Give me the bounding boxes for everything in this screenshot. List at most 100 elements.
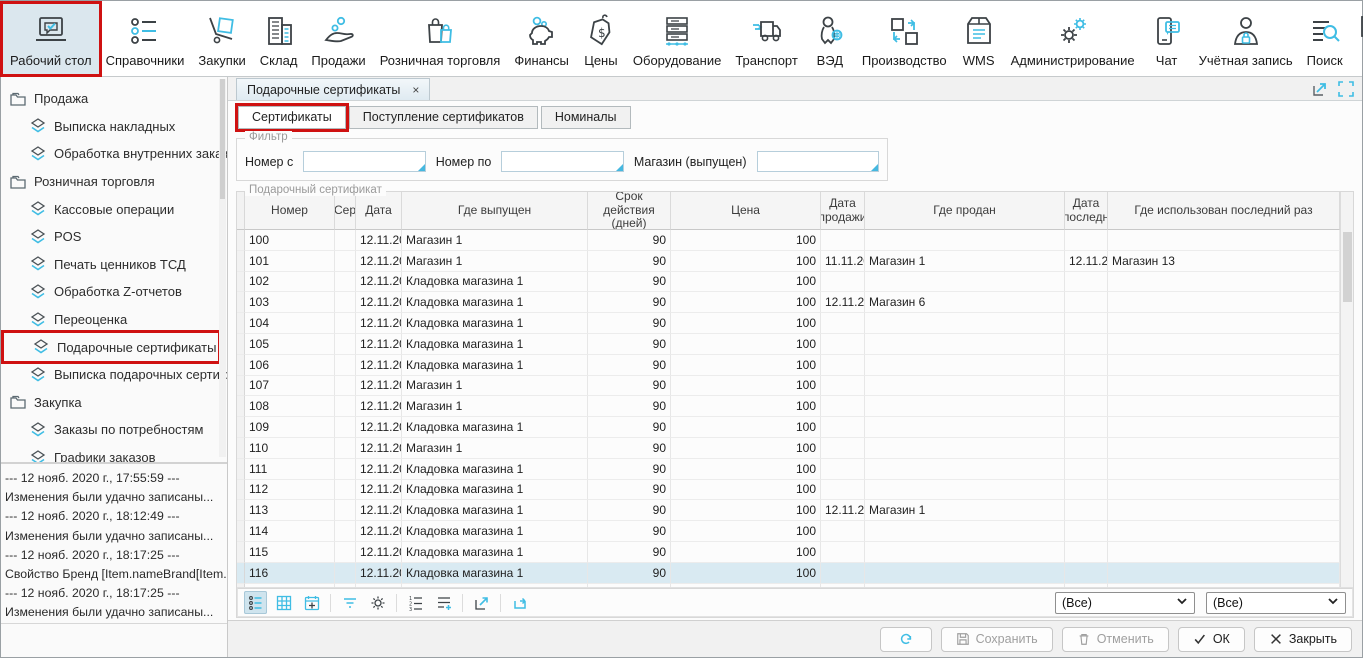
- toolbar-item-label: Цены: [584, 53, 617, 68]
- column-header[interactable]: Дата: [356, 192, 402, 230]
- toolbar-item-sales[interactable]: Продажи: [304, 4, 372, 74]
- toolbar-item-admin[interactable]: Администрирование: [1004, 4, 1142, 74]
- grid-view-button[interactable]: [272, 591, 295, 614]
- tree-item[interactable]: Закупка: [1, 389, 227, 417]
- tree-item[interactable]: Обработка внутренних заказов: [1, 140, 227, 168]
- tree-item[interactable]: Обработка Z-отчетов: [1, 278, 227, 306]
- column-header[interactable]: Где использован последний раз: [1108, 192, 1340, 230]
- table-row[interactable]: 11712.11.20Кладовка магазина 190100: [237, 584, 1340, 587]
- table-cell: Кладовка магазина 1: [402, 313, 588, 334]
- tree-item[interactable]: POS: [1, 223, 227, 251]
- calendar-button[interactable]: [300, 591, 323, 614]
- filter-input-1[interactable]: [501, 151, 623, 172]
- log-line: --- 12 нояб. 2020 г., 17:55:59 ---: [5, 469, 223, 488]
- fullscreen-icon[interactable]: [1338, 81, 1354, 97]
- table-cell: 90: [588, 542, 671, 563]
- toolbar-item-equipment[interactable]: Оборудование: [626, 4, 728, 74]
- column-header[interactable]: Дата продажи: [821, 192, 865, 230]
- toolbar-item-label: Закупки: [198, 53, 245, 68]
- tree-scrollbar-thumb[interactable]: [220, 79, 225, 199]
- numbered-list-button[interactable]: 123: [404, 591, 427, 614]
- table-row[interactable]: 10312.11.20Кладовка магазина 19010012.11…: [237, 292, 1340, 313]
- tree-item[interactable]: Переоценка: [1, 306, 227, 334]
- filter-input-0[interactable]: [303, 151, 425, 172]
- table-row[interactable]: 11512.11.20Кладовка магазина 190100: [237, 542, 1340, 563]
- column-header[interactable]: Сер: [335, 192, 356, 230]
- table-row[interactable]: 10412.11.20Кладовка магазина 190100: [237, 313, 1340, 334]
- column-header[interactable]: Дата последн: [1065, 192, 1108, 230]
- toolbar-item-prices[interactable]: $Цены: [576, 4, 626, 74]
- table-row[interactable]: 11612.11.20Кладовка магазина 190100: [237, 563, 1340, 584]
- toolbar-item-ved[interactable]: ВЭД: [805, 4, 855, 74]
- toolbar-item-retail[interactable]: Розничная торговля: [373, 4, 508, 74]
- save-button[interactable]: Сохранить: [941, 627, 1053, 652]
- column-header[interactable]: Где выпущен: [402, 192, 588, 230]
- table-row[interactable]: 10512.11.20Кладовка магазина 190100: [237, 334, 1340, 355]
- add-row-button[interactable]: [432, 591, 455, 614]
- filter-funnel-button[interactable]: [338, 591, 361, 614]
- table-row[interactable]: 11412.11.20Кладовка магазина 190100: [237, 521, 1340, 542]
- toolbar-item-wms[interactable]: WMS: [954, 4, 1004, 74]
- toolbar-item-search[interactable]: Поиск: [1300, 4, 1350, 74]
- table-row[interactable]: 11112.11.20Кладовка магазина 190100: [237, 459, 1340, 480]
- tab-close-icon[interactable]: ×: [412, 83, 419, 97]
- subtab-Поступление сертификатов[interactable]: Поступление сертификатов: [349, 106, 538, 129]
- reload-button[interactable]: [508, 591, 531, 614]
- toolbar-item-finance[interactable]: Финансы: [507, 4, 576, 74]
- toolbar-item-desktop[interactable]: Рабочий стол: [3, 4, 99, 74]
- table-row[interactable]: 10612.11.20Кладовка магазина 190100: [237, 355, 1340, 376]
- tree-item[interactable]: Заказы по потребностям: [1, 416, 227, 444]
- toolbar-item-bi[interactable]: BI: [1350, 4, 1363, 74]
- table-row[interactable]: 10012.11.20Магазин 190100: [237, 230, 1340, 251]
- table-row[interactable]: 11212.11.20Кладовка магазина 190100: [237, 480, 1340, 501]
- toolbar-item-account[interactable]: Учётная запись: [1192, 4, 1300, 74]
- table-row[interactable]: 11012.11.20Магазин 190100: [237, 438, 1340, 459]
- subtab-Номиналы[interactable]: Номиналы: [541, 106, 631, 129]
- filter-dropdown-1[interactable]: (Все): [1206, 592, 1346, 614]
- close-button[interactable]: Закрыть: [1254, 627, 1352, 652]
- toolbar-item-chat[interactable]: Чат: [1142, 4, 1192, 74]
- toolbar-item-production[interactable]: Производство: [855, 4, 954, 74]
- toolbar-item-warehouse[interactable]: Склад: [253, 4, 305, 74]
- table-row[interactable]: 10112.11.20Магазин 19010011.11.20Магазин…: [237, 251, 1340, 272]
- rows-view-icon: [247, 594, 265, 612]
- cancel-button[interactable]: Отменить: [1062, 627, 1169, 652]
- subtab-Сертификаты[interactable]: Сертификаты: [238, 106, 346, 129]
- filter-dropdown-0[interactable]: (Все): [1055, 592, 1195, 614]
- toolbar-item-purchases[interactable]: Закупки: [191, 4, 252, 74]
- column-header[interactable]: Номер: [245, 192, 335, 230]
- settings-gear-button[interactable]: [366, 591, 389, 614]
- toolbar-item-transport[interactable]: Транспорт: [728, 4, 805, 74]
- column-header[interactable]: Где продан: [865, 192, 1065, 230]
- tree-item[interactable]: Графики заказов: [1, 444, 227, 464]
- table-row[interactable]: 10812.11.20Магазин 190100: [237, 396, 1340, 417]
- tree-item[interactable]: Выписка накладных: [1, 113, 227, 141]
- document-tab[interactable]: Подарочные сертификаты ×: [236, 78, 430, 100]
- tree-item[interactable]: Печать ценников ТСД: [1, 251, 227, 279]
- open-external-button[interactable]: [470, 591, 493, 614]
- tree-item[interactable]: Кассовые операции: [1, 195, 227, 223]
- table-cell: [1108, 396, 1340, 417]
- table-scrollbar-thumb[interactable]: [1343, 232, 1352, 302]
- column-header[interactable]: Срок действия (дней): [588, 192, 671, 230]
- column-header[interactable]: Цена: [671, 192, 821, 230]
- tree-scrollbar[interactable]: [219, 79, 226, 457]
- table-cell: [335, 396, 356, 417]
- ok-button[interactable]: ОК: [1178, 627, 1245, 652]
- rows-view-button[interactable]: [244, 591, 267, 614]
- table-row[interactable]: 10212.11.20Кладовка магазина 190100: [237, 272, 1340, 293]
- tree-item[interactable]: Розничная торговля: [1, 168, 227, 196]
- tree-item[interactable]: Продажа: [1, 85, 227, 113]
- filter-input-2[interactable]: [757, 151, 879, 172]
- toolbar-item-references[interactable]: Справочники: [99, 4, 192, 74]
- table-vertical-scrollbar[interactable]: [1340, 192, 1353, 587]
- refresh-button[interactable]: [880, 627, 932, 652]
- table-row[interactable]: 10712.11.20Магазин 190100: [237, 376, 1340, 397]
- open-external-icon[interactable]: [1312, 81, 1328, 97]
- table-cell: Магазин 1: [402, 396, 588, 417]
- table-row[interactable]: 10912.11.20Кладовка магазина 190100: [237, 417, 1340, 438]
- table-row[interactable]: 11312.11.20Кладовка магазина 19010012.11…: [237, 500, 1340, 521]
- table-cell: [821, 230, 865, 251]
- tree-item[interactable]: Выписка подарочных сертифик: [1, 361, 227, 389]
- tree-item[interactable]: Подарочные сертификаты: [4, 333, 218, 361]
